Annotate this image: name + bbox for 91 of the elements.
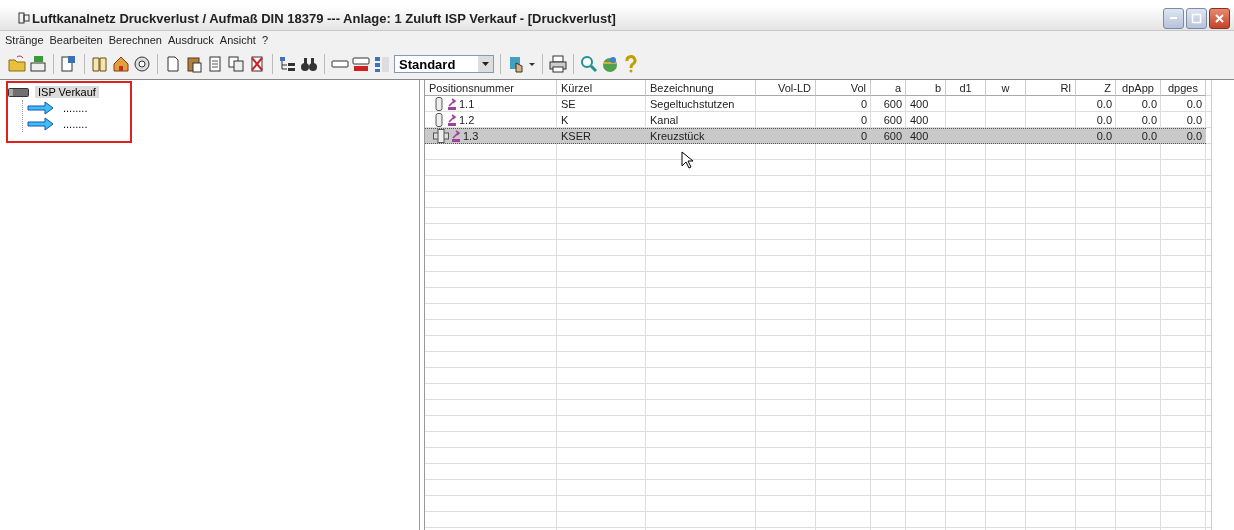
tree-node[interactable]: ........ bbox=[63, 102, 88, 114]
document-icon[interactable] bbox=[60, 55, 78, 73]
caret-icon bbox=[482, 62, 489, 66]
table-cell-text: 600 bbox=[882, 129, 903, 143]
table-cell-text: 400 bbox=[909, 113, 930, 128]
menu-item[interactable]: Bearbeiten bbox=[46, 34, 106, 46]
window-title: Luftkanalnetz Druckverlust / Aufmaß DIN 18379 --- Anlage: 1 Zuluft ISP Verkauf - [Druckverlust] bbox=[32, 10, 617, 26]
table-cell-text: 0.0 bbox=[1140, 129, 1158, 143]
table-cell-text: 600 bbox=[882, 97, 903, 112]
arrow-icon bbox=[27, 117, 55, 131]
table-cell-text: 0.0 bbox=[1095, 129, 1113, 143]
table-cell-text: K bbox=[560, 113, 570, 128]
arrow-icon bbox=[27, 101, 55, 115]
table-row[interactable]: 1.1 SE Segeltuchstutzen 0 600 400 0.0 0.0 0.0 bbox=[425, 96, 1206, 112]
cross-piece-icon bbox=[433, 129, 449, 143]
maximize-button[interactable] bbox=[1186, 7, 1207, 29]
column-header[interactable]: Vol bbox=[816, 80, 871, 96]
close-button[interactable] bbox=[1209, 7, 1230, 29]
new-page-icon[interactable] bbox=[164, 55, 182, 73]
table-row[interactable]: 1.2 K Kanal 0 600 400 0.0 0.0 0.0 bbox=[425, 112, 1206, 128]
table-cell-text: 0 bbox=[859, 97, 868, 112]
wrench-icon bbox=[447, 97, 457, 111]
table-cell-text: 0.0 bbox=[1095, 113, 1113, 128]
table-cell-text: KSER bbox=[560, 129, 592, 143]
zoom-icon[interactable] bbox=[580, 55, 598, 73]
hand-icon[interactable] bbox=[507, 55, 525, 73]
table-cell-text: Kreuzstück bbox=[649, 129, 706, 143]
close-icon bbox=[1214, 12, 1225, 24]
table-cell-text: 0.0 bbox=[1140, 113, 1158, 128]
menu-item[interactable]: Berechnen bbox=[105, 34, 165, 46]
wrench-icon bbox=[447, 113, 457, 127]
table-cell-text: 400 bbox=[909, 97, 930, 112]
document-icon[interactable] bbox=[206, 55, 224, 73]
table-cell-text: Segeltuchstutzen bbox=[649, 97, 736, 112]
table-cell-text: 0.0 bbox=[1185, 129, 1203, 143]
table-cell: 1.2 bbox=[459, 114, 475, 126]
column-header[interactable]: Bezeichnung bbox=[646, 80, 756, 96]
table-cell-text: 600 bbox=[882, 113, 903, 128]
table-row[interactable]: 1.3 KSER Kreuzstück 0 600 400 0.0 0.0 0.0 bbox=[425, 128, 1206, 144]
column-header[interactable]: b bbox=[906, 80, 946, 96]
duct-icon bbox=[8, 86, 29, 98]
menu-item[interactable]: Ansicht bbox=[216, 34, 259, 46]
menu-item[interactable]: ? bbox=[258, 34, 272, 46]
delete-icon[interactable] bbox=[248, 55, 266, 73]
mouse-cursor-icon bbox=[681, 151, 695, 169]
table-cell-text: Kanal bbox=[649, 113, 680, 128]
disc-icon[interactable] bbox=[133, 55, 151, 73]
table-cell-text: 0.0 bbox=[1185, 113, 1203, 128]
column-header[interactable]: w bbox=[986, 80, 1026, 96]
table-cell-text: 0.0 bbox=[1185, 97, 1203, 112]
house-icon[interactable] bbox=[112, 55, 130, 73]
caret-icon[interactable] bbox=[528, 60, 536, 68]
table-cell-text: 0.0 bbox=[1095, 97, 1113, 112]
column-header[interactable]: Rl bbox=[1026, 80, 1076, 96]
column-header[interactable]: a bbox=[871, 80, 906, 96]
table-cell-text: 0.0 bbox=[1140, 97, 1158, 112]
globe-icon[interactable] bbox=[601, 55, 619, 73]
list-icon[interactable] bbox=[373, 55, 391, 73]
duct-segment-icon bbox=[433, 113, 445, 127]
table-cell-text: SE bbox=[560, 97, 577, 112]
maximize-icon bbox=[1191, 12, 1202, 24]
folder-icon[interactable] bbox=[8, 55, 26, 73]
column-header[interactable]: Z bbox=[1076, 80, 1116, 96]
duct-segment-icon bbox=[433, 97, 445, 111]
column-header[interactable]: Positionsnummer bbox=[425, 80, 557, 96]
duct-max-icon[interactable] bbox=[352, 55, 370, 73]
table-cell: 1.3 bbox=[463, 130, 479, 142]
view-dropdown[interactable]: Standard bbox=[394, 55, 494, 73]
table-cell-text: 0 bbox=[859, 129, 868, 143]
book-icon[interactable] bbox=[91, 55, 109, 73]
clipboard-icon[interactable] bbox=[185, 55, 203, 73]
app-icon bbox=[18, 11, 30, 25]
tree-icon[interactable] bbox=[279, 55, 297, 73]
menu-item[interactable]: Ausdruck bbox=[164, 34, 217, 46]
table-cell: 1.1 bbox=[459, 98, 475, 110]
tree-node[interactable]: ISP Verkauf bbox=[35, 86, 99, 98]
column-header[interactable]: Vol-LD bbox=[756, 80, 816, 96]
printer-icon[interactable] bbox=[549, 55, 567, 73]
column-header[interactable]: dpApp bbox=[1116, 80, 1161, 96]
copy-icon[interactable] bbox=[227, 55, 245, 73]
menu-item[interactable]: Stränge bbox=[2, 34, 47, 46]
search-icon[interactable] bbox=[300, 55, 318, 73]
tree-node[interactable]: ........ bbox=[63, 118, 88, 130]
minimize-button[interactable] bbox=[1163, 7, 1184, 29]
wrench-icon bbox=[451, 129, 461, 143]
column-header[interactable]: d1 bbox=[946, 80, 986, 96]
table-cell-text: 0 bbox=[859, 113, 868, 128]
table-cell-text: 400 bbox=[909, 129, 930, 143]
column-header[interactable]: Kürzel bbox=[557, 80, 646, 96]
minimize-icon bbox=[1170, 17, 1177, 19]
column-header[interactable]: dpges bbox=[1161, 80, 1206, 96]
